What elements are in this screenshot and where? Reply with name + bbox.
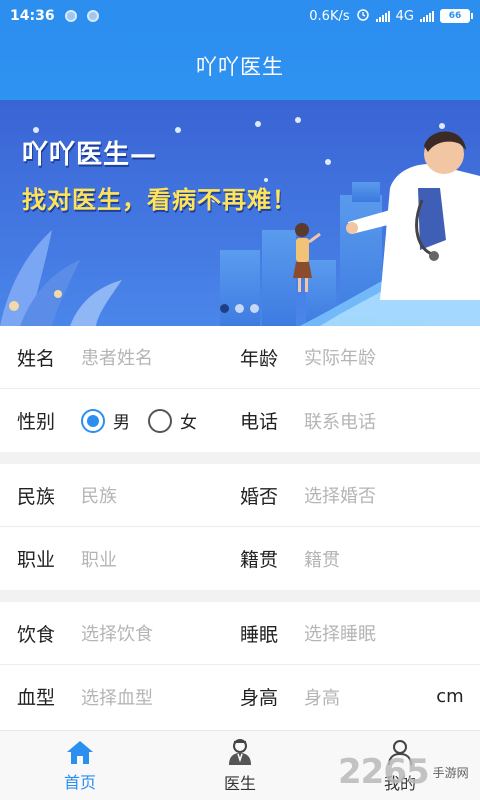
form-row-gender-phone: 性别 男 女 电话 联系电话: [0, 389, 480, 452]
banner-slogan: 找对医生，看病不再难！: [22, 186, 297, 214]
marriage-select[interactable]: 选择婚否: [288, 482, 480, 508]
job-label: 职业: [17, 549, 56, 571]
status-bar: 14:36 0.6K/s 4G 66: [0, 0, 480, 32]
hometown-input[interactable]: 籍贯: [288, 546, 480, 572]
form-row-diet-sleep: 饮食 选择饮食 睡眠 选择睡眠: [0, 602, 480, 665]
carousel-dot-1[interactable]: [220, 304, 229, 313]
notification-icon-2: [86, 10, 99, 22]
carousel-indicator: [220, 304, 259, 313]
age-input[interactable]: 实际年龄: [288, 344, 480, 370]
tab-doctor[interactable]: 医生: [160, 731, 320, 800]
gender-radio-group: 男 女: [65, 408, 197, 433]
height-input[interactable]: 身高: [288, 684, 420, 710]
age-label: 年龄: [240, 347, 279, 370]
sleep-label: 睡眠: [240, 623, 279, 646]
cell-signal-icon: [420, 10, 434, 22]
blood-type-field[interactable]: 血型 选择血型: [0, 665, 240, 728]
battery-icon: 66: [440, 9, 473, 23]
ethnicity-input[interactable]: 民族: [65, 482, 240, 508]
blood-type-select[interactable]: 选择血型: [65, 684, 240, 710]
gender-field: 性别 男 女: [0, 389, 240, 452]
form-row-blood-height: 血型 选择血型 身高 身高 cm: [0, 665, 480, 728]
network-speed: 0.6K/s: [309, 8, 350, 24]
network-type: 4G: [395, 8, 414, 24]
app-header: 吖吖医生: [0, 32, 480, 100]
page-title: 吖吖医生: [196, 55, 284, 79]
form-row-ethnicity-marriage: 民族 民族 婚否 选择婚否: [0, 464, 480, 527]
sleep-select[interactable]: 选择睡眠: [288, 620, 480, 646]
carousel-dot-2[interactable]: [235, 304, 244, 313]
site-watermark: 2265 手游网: [338, 752, 469, 792]
section-divider: [0, 590, 480, 602]
age-field[interactable]: 年龄 实际年龄: [240, 326, 480, 388]
wifi-signal-icon: [375, 10, 390, 22]
height-field[interactable]: 身高 身高 cm: [240, 665, 480, 728]
section-divider: [0, 452, 480, 464]
height-unit: cm: [436, 686, 464, 707]
phone-field[interactable]: 电话 联系电话: [240, 389, 480, 452]
marriage-label: 婚否: [240, 485, 279, 508]
form-row-job-hometown: 职业 职业 籍贯 籍贯: [0, 527, 480, 590]
hometown-label: 籍贯: [240, 549, 279, 571]
carousel-dot-3[interactable]: [250, 304, 259, 313]
radio-checked-icon: [81, 408, 105, 433]
gender-female-radio[interactable]: 女: [148, 408, 197, 433]
name-label: 姓名: [17, 347, 56, 370]
gender-male-label: 男: [113, 413, 130, 433]
tab-doctor-label: 医生: [223, 773, 256, 793]
notification-icon: [64, 10, 77, 22]
form-row-name-age: 姓名 患者姓名 年龄 实际年龄: [0, 326, 480, 389]
phone-input[interactable]: 联系电话: [288, 408, 480, 434]
tab-home-label: 首页: [63, 772, 96, 792]
phone-label: 电话: [240, 411, 279, 433]
diet-label: 饮食: [17, 623, 56, 646]
banner-headline: 吖吖医生—: [22, 140, 158, 170]
height-label: 身高: [240, 687, 279, 709]
diet-field[interactable]: 饮食 选择饮食: [0, 602, 240, 664]
gender-female-label: 女: [180, 413, 197, 433]
diet-select[interactable]: 选择饮食: [65, 620, 240, 646]
watermark-logo: 2265: [338, 752, 430, 792]
gender-male-radio[interactable]: 男: [81, 408, 130, 433]
tab-home[interactable]: 首页: [0, 731, 160, 800]
job-field[interactable]: 职业 职业: [0, 527, 240, 590]
marriage-field[interactable]: 婚否 选择婚否: [240, 464, 480, 526]
job-input[interactable]: 职业: [65, 546, 240, 572]
ethnicity-field[interactable]: 民族 民族: [0, 464, 240, 526]
home-icon: [67, 740, 93, 764]
ethnicity-label: 民族: [17, 485, 56, 508]
watermark-text: 手游网: [432, 765, 469, 780]
status-time: 14:36: [10, 8, 55, 24]
alarm-icon: [356, 7, 370, 25]
radio-unchecked-icon: [148, 408, 172, 433]
name-input[interactable]: 患者姓名: [65, 344, 240, 370]
name-field[interactable]: 姓名 患者姓名: [0, 326, 240, 388]
patient-info-form: 姓名 患者姓名 年龄 实际年龄 性别 男 女 电话 联系电话 民族 民族 婚否 …: [0, 326, 480, 728]
doctor-icon: [229, 738, 251, 765]
sleep-field[interactable]: 睡眠 选择睡眠: [240, 602, 480, 664]
gender-label: 性别: [17, 411, 56, 433]
blood-type-label: 血型: [17, 687, 56, 709]
banner-carousel[interactable]: 吖吖医生— 找对医生，看病不再难！: [0, 100, 480, 326]
hometown-field[interactable]: 籍贯 籍贯: [240, 527, 480, 590]
